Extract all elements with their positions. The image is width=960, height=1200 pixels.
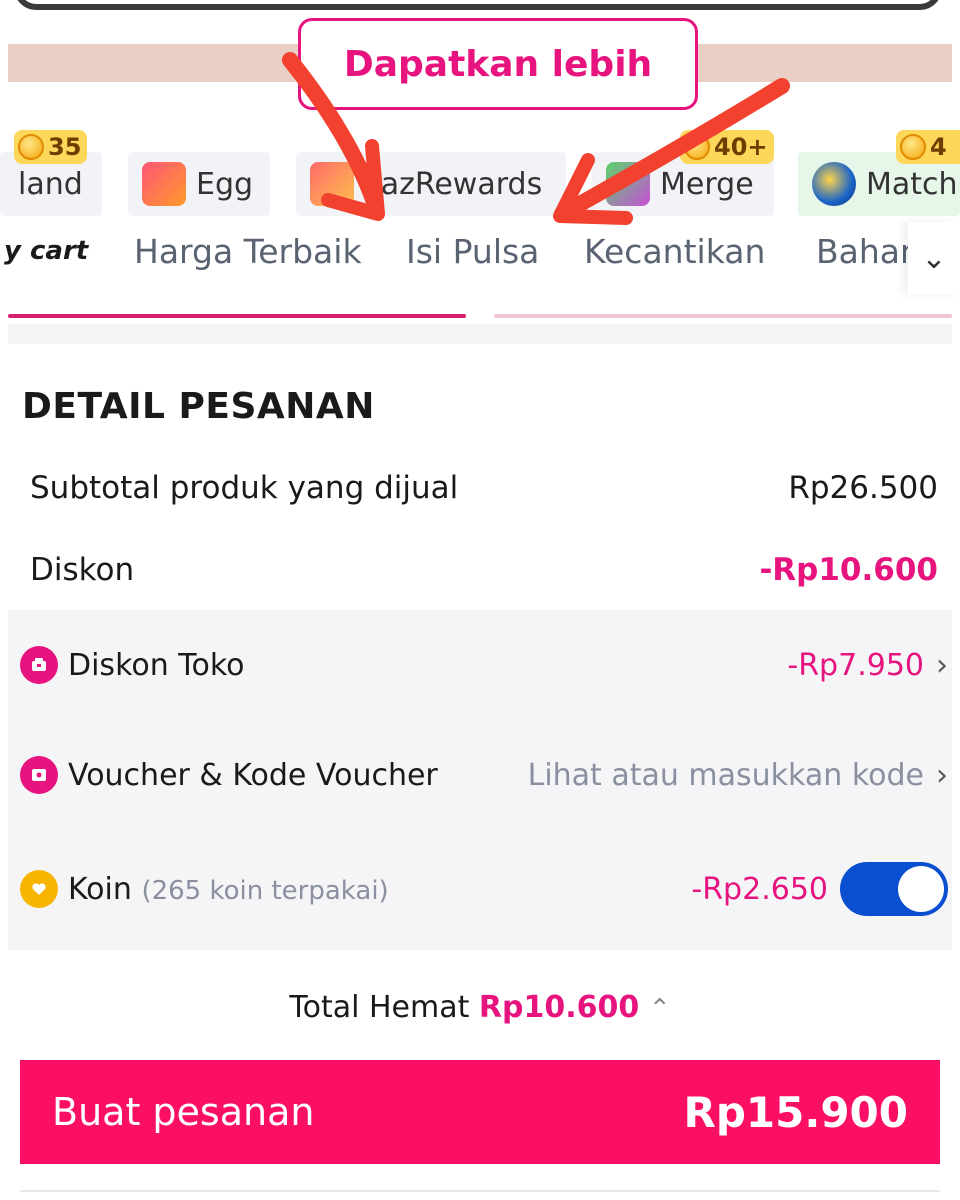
tab-indicator-track [494, 314, 952, 318]
egg-icon [142, 162, 186, 206]
category-tabs: y cart Harga Terbaik Isi Pulsa Kecantika… [0, 222, 960, 294]
coin-heart-icon [20, 870, 58, 908]
promo-pill[interactable]: Dapatkan lebih [298, 18, 698, 110]
coin-icon [900, 134, 926, 160]
place-order-label: Buat pesanan [52, 1090, 315, 1134]
coin-badge: 35 [14, 130, 88, 164]
order-detail-title: DETAIL PESANAN [22, 386, 375, 427]
coin-badge: 4 [896, 130, 960, 164]
coin-label: Koin [68, 871, 132, 907]
chevron-down-icon[interactable]: ⌄ [908, 222, 960, 294]
toggle-knob [898, 866, 944, 912]
discount-label: Diskon [30, 552, 135, 588]
match-icon [812, 162, 856, 206]
coin-note: (265 koin terpakai) [141, 875, 389, 906]
voucher-row[interactable]: Voucher & Kode Voucher Lihat atau masukk… [20, 756, 948, 794]
coin-badge-count: 40+ [714, 133, 768, 161]
promo-pill-text: Dapatkan lebih [343, 43, 653, 85]
voucher-label: Voucher & Kode Voucher [68, 757, 438, 793]
coin-toggle[interactable] [840, 862, 948, 916]
coin-icon [18, 134, 44, 160]
discount-value: -Rp10.600 [759, 552, 938, 588]
coin-label-group: Koin (265 koin terpakai) [68, 872, 691, 907]
game-label: Match [866, 166, 958, 202]
games-row: land 35 Egg LazRewards Merge 40+ Match 4 [0, 130, 960, 220]
game-label: Egg [196, 166, 254, 202]
subtotal-row: Subtotal produk yang dijual Rp26.500 [30, 470, 938, 506]
tab-kecantikan[interactable]: Kecantikan [584, 232, 765, 271]
bottom-divider [20, 1190, 940, 1192]
voucher-icon [20, 756, 58, 794]
merge-icon [606, 162, 650, 206]
game-card-egg[interactable]: Egg [128, 152, 270, 216]
coin-icon [684, 134, 710, 160]
coin-value: -Rp2.650 [691, 871, 828, 907]
section-divider [8, 324, 952, 344]
tab-harga-terbaik[interactable]: Harga Terbaik [134, 232, 362, 271]
chevron-up-icon: ⌃ [648, 994, 671, 1024]
coin-row: Koin (265 koin terpakai) -Rp2.650 [20, 862, 948, 916]
total-savings[interactable]: Total Hemat Rp10.600 ⌃ [0, 990, 960, 1025]
discount-row: Diskon -Rp10.600 [30, 552, 938, 588]
store-discount-row[interactable]: Diskon Toko -Rp7.950 › [20, 646, 948, 684]
device-frame [14, 0, 942, 10]
game-label: land [18, 166, 83, 202]
tab-isi-pulsa[interactable]: Isi Pulsa [406, 232, 539, 271]
place-order-button[interactable]: Buat pesanan Rp15.900 [20, 1060, 940, 1164]
chevron-right-icon: › [936, 757, 948, 793]
total-savings-value: Rp10.600 [478, 990, 640, 1025]
coin-badge-count: 35 [48, 133, 82, 161]
coin-badge: 40+ [680, 130, 774, 164]
order-total-amount: Rp15.900 [683, 1087, 908, 1137]
game-label: Merge [660, 166, 754, 202]
store-icon [20, 646, 58, 684]
gift-icon [310, 162, 354, 206]
chevron-right-icon: › [936, 647, 948, 683]
voucher-value: Lihat atau masukkan kode [527, 757, 924, 793]
tab-bahan[interactable]: Bahan [816, 232, 921, 271]
total-savings-label: Total Hemat [289, 990, 470, 1025]
store-discount-value: -Rp7.950 [787, 647, 924, 683]
tab-indicator [8, 314, 466, 318]
coin-badge-count: 4 [930, 133, 947, 161]
game-card-lazrewards[interactable]: LazRewards [296, 152, 566, 216]
tab-my-cart[interactable]: y cart [4, 236, 88, 266]
store-discount-label: Diskon Toko [68, 647, 245, 683]
game-label: LazRewards [364, 166, 543, 202]
subtotal-value: Rp26.500 [788, 470, 938, 506]
subtotal-label: Subtotal produk yang dijual [30, 470, 459, 506]
